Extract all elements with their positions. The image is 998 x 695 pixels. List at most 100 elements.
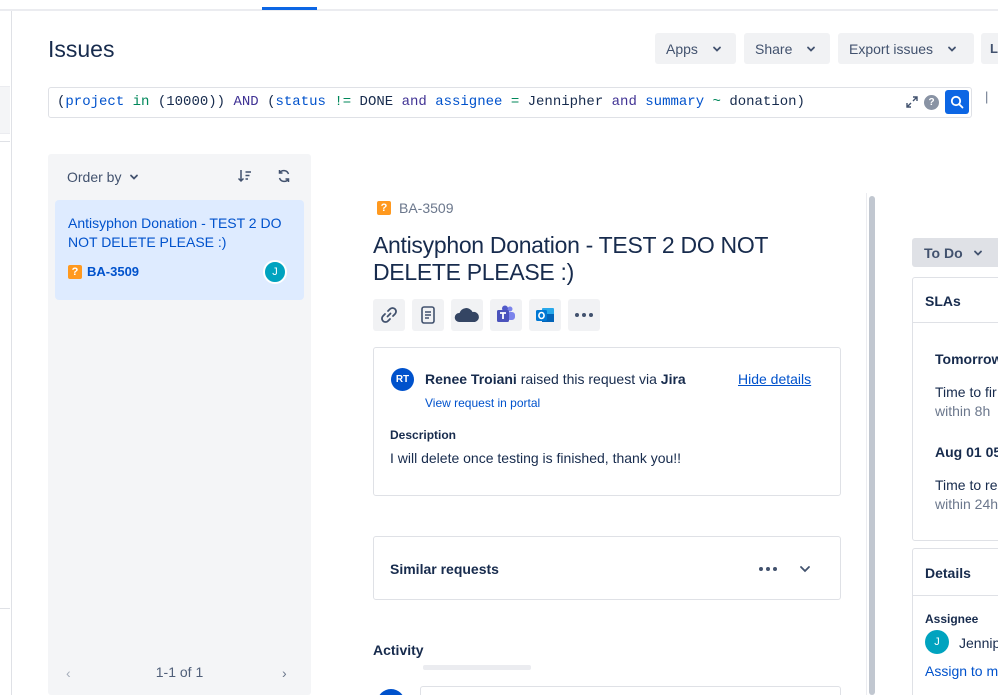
- jql-token: !=: [334, 94, 352, 110]
- list-view-button-label: LI: [990, 41, 998, 56]
- jql-token: donation): [729, 94, 805, 110]
- sort-direction-icon[interactable]: [237, 168, 253, 184]
- request-details-card: RT Renee Troiani raised this request via…: [373, 347, 841, 496]
- issue-breadcrumb: ? BA-3509: [377, 200, 453, 216]
- chevron-down-icon: [713, 46, 721, 52]
- onedrive-icon: [454, 308, 479, 322]
- request-channel: Jira: [660, 371, 686, 387]
- list-view-button[interactable]: LI: [981, 33, 998, 64]
- issue-list-panel: Order by Antisyphon Donation - TEST 2 DO…: [48, 154, 311, 695]
- jql-token: DONE: [359, 94, 394, 110]
- issue-title: Antisyphon Donation - TEST 2 DO NOT DELE…: [373, 232, 768, 285]
- raised-by-line: Renee Troiani raised this request via Ji…: [425, 371, 686, 387]
- refresh-icon[interactable]: [276, 168, 292, 184]
- export-issues-button[interactable]: Export issues: [838, 33, 974, 64]
- jql-tools: ?: [906, 90, 969, 114]
- chevron-down-icon: [807, 46, 816, 52]
- search-button[interactable]: [945, 90, 969, 114]
- view-request-in-portal-link[interactable]: View request in portal: [425, 396, 540, 410]
- question-icon: ?: [377, 201, 391, 215]
- outlook-button[interactable]: [529, 299, 561, 331]
- divider: |: [985, 89, 989, 104]
- next-page-button[interactable]: ›: [282, 665, 287, 681]
- sla-panel: SLAs Tomorrow Time to fir within 8h Aug …: [912, 277, 998, 541]
- detail-issue-key[interactable]: BA-3509: [399, 200, 453, 216]
- assignee-name[interactable]: Jennip: [959, 635, 998, 651]
- avatar: J: [263, 260, 287, 284]
- similar-requests-panel[interactable]: Similar requests: [373, 536, 841, 600]
- page-button[interactable]: [412, 299, 444, 331]
- details-heading[interactable]: Details: [913, 549, 998, 596]
- teams-button[interactable]: [490, 299, 522, 331]
- jql-token: Jennipher: [527, 94, 604, 110]
- similar-requests-title: Similar requests: [390, 561, 499, 577]
- sla-time: Aug 01 05: [935, 444, 998, 460]
- reporter-avatar: RT: [391, 368, 414, 391]
- jql-token: project: [65, 94, 125, 110]
- sla-heading: SLAs: [913, 278, 998, 323]
- help-icon[interactable]: ?: [924, 94, 939, 110]
- chevron-down-icon: [973, 250, 982, 256]
- share-button-label: Share: [755, 40, 793, 57]
- onedrive-button[interactable]: [451, 299, 483, 331]
- more-icon: [575, 313, 593, 317]
- status-dropdown[interactable]: To Do: [912, 238, 998, 267]
- more-actions-button[interactable]: [568, 299, 600, 331]
- activity-tabs-placeholder: [423, 665, 531, 670]
- scrollbar-thumb[interactable]: [869, 196, 875, 695]
- sla-name: Time to re: [935, 477, 998, 493]
- link-button[interactable]: [373, 299, 405, 331]
- issue-key-row: ? BA-3509: [68, 264, 139, 279]
- export-button-label: Export issues: [849, 40, 934, 57]
- sla-target: within 24h: [935, 496, 998, 512]
- chevron-down-icon: [130, 174, 139, 180]
- apps-button-label: Apps: [666, 40, 698, 57]
- chevron-down-icon[interactable]: [799, 563, 811, 575]
- avatar: J: [925, 630, 949, 654]
- jql-token: AND: [233, 94, 259, 110]
- apps-button[interactable]: Apps: [655, 33, 736, 64]
- page-count: 1-1 of 1: [155, 664, 204, 680]
- left-sidebar-rail: [0, 11, 12, 695]
- question-icon: ?: [68, 264, 82, 279]
- sidebar-selected-item[interactable]: [0, 86, 10, 134]
- order-by-label: Order by: [67, 169, 122, 185]
- share-button[interactable]: Share: [744, 33, 830, 64]
- page-title: Issues: [48, 36, 115, 62]
- description-label: Description: [390, 428, 457, 442]
- status-label: To Do: [924, 244, 963, 261]
- expand-icon[interactable]: [906, 96, 918, 108]
- jql-token: summary: [645, 94, 705, 110]
- assignee-label: Assignee: [925, 612, 979, 626]
- jql-token: (10000)): [157, 94, 234, 110]
- sla-target: within 8h: [935, 403, 991, 419]
- comment-input[interactable]: [420, 686, 841, 695]
- jql-search-input[interactable]: (project in (10000)) AND (status != DONE…: [48, 87, 972, 118]
- jql-token: and: [401, 94, 427, 110]
- assign-to-me-link[interactable]: Assign to m: [925, 663, 998, 679]
- description-text[interactable]: I will delete once testing is finished, …: [390, 450, 681, 466]
- jql-token: ~: [712, 94, 721, 110]
- raised-text: raised this request via: [520, 371, 657, 387]
- details-panel: Details Assignee J Jennip Assign to m: [912, 548, 998, 695]
- jql-token: status: [275, 94, 326, 110]
- reporter-name[interactable]: Renee Troiani: [425, 371, 517, 387]
- integration-toolbar: [373, 299, 600, 331]
- chevron-down-icon: [948, 46, 956, 52]
- sidebar-divider: [0, 141, 10, 142]
- active-nav-indicator: [262, 7, 317, 10]
- hide-details-link[interactable]: Hide details: [738, 371, 811, 387]
- list-item[interactable]: Antisyphon Donation - TEST 2 DO NOT DELE…: [55, 200, 304, 300]
- issue-summary: Antisyphon Donation - TEST 2 DO NOT DELE…: [68, 215, 282, 250]
- sla-name: Time to fir: [935, 384, 997, 400]
- overflow-edge: |: [985, 88, 989, 116]
- link-icon: [381, 307, 397, 323]
- jql-token: in: [132, 94, 150, 110]
- activity-heading: Activity: [373, 642, 424, 658]
- jql-token: (: [258, 94, 276, 110]
- top-nav-border: [0, 9, 998, 11]
- order-by-dropdown[interactable]: Order by: [67, 169, 139, 185]
- avatar: [377, 689, 405, 695]
- more-icon[interactable]: [758, 566, 778, 572]
- jql-token: assignee: [435, 94, 503, 110]
